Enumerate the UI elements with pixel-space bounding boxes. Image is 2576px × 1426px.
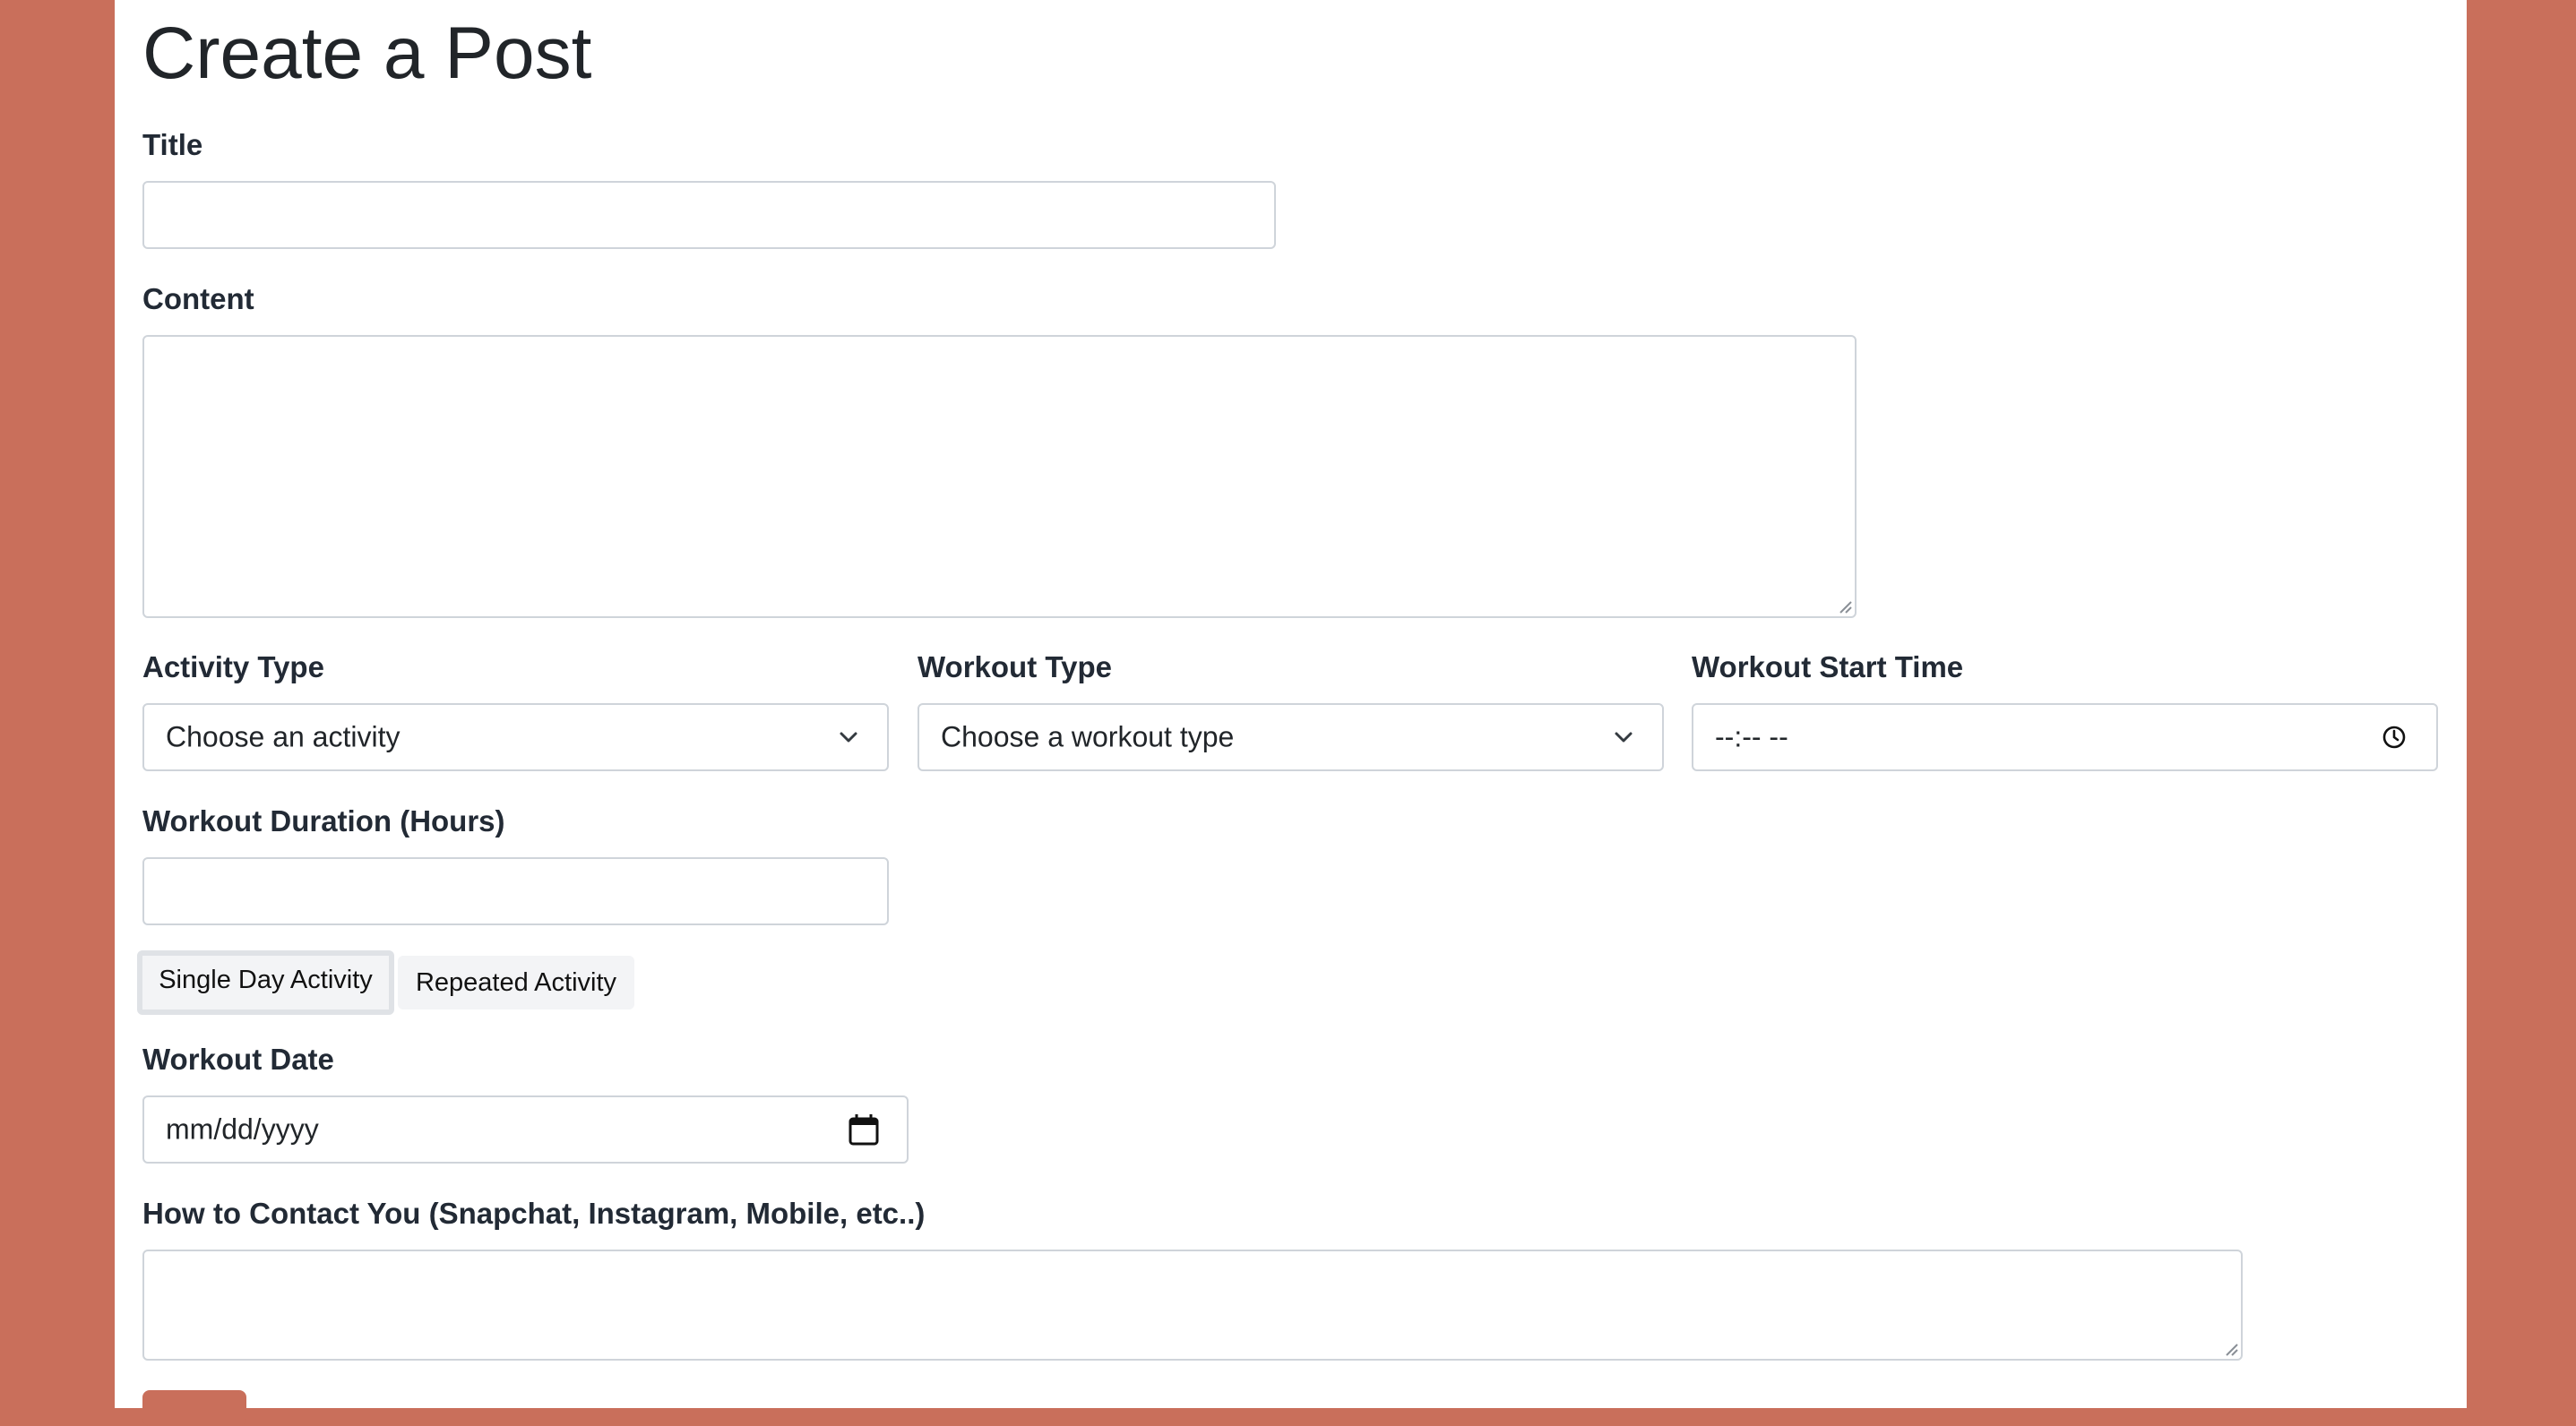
repeated-activity-button[interactable]: Repeated Activity — [398, 956, 634, 1009]
workout-type-select[interactable]: Choose a workout type — [918, 703, 1664, 771]
workout-date-value: mm/dd/yyyy — [166, 1112, 319, 1146]
clock-icon[interactable] — [2381, 724, 2408, 751]
workout-duration-input[interactable] — [142, 857, 889, 925]
activity-type-select[interactable]: Choose an activity — [142, 703, 889, 771]
calendar-icon[interactable] — [848, 1112, 880, 1147]
workout-start-time-value: --:-- -- — [1715, 720, 1788, 753]
activity-type-selected: Choose an activity — [166, 720, 401, 753]
title-input[interactable] — [142, 181, 1276, 249]
chevron-down-icon — [840, 732, 857, 743]
page-title: Create a Post — [142, 13, 592, 94]
resize-grip-icon[interactable] — [1837, 598, 1853, 614]
workout-date-input[interactable]: mm/dd/yyyy — [142, 1095, 909, 1164]
submit-button[interactable] — [142, 1390, 246, 1426]
workout-duration-label: Workout Duration (Hours) — [142, 804, 505, 838]
single-day-activity-button[interactable]: Single Day Activity — [137, 950, 394, 1015]
activity-type-label: Activity Type — [142, 650, 324, 683]
contact-label: How to Contact You (Snapchat, Instagram,… — [142, 1197, 926, 1230]
title-label: Title — [142, 128, 203, 161]
content-textarea[interactable] — [142, 335, 1857, 618]
workout-date-label: Workout Date — [142, 1043, 334, 1076]
chevron-down-icon — [1615, 732, 1633, 743]
workout-start-time-input[interactable]: --:-- -- — [1692, 703, 2438, 771]
workout-start-time-label: Workout Start Time — [1692, 650, 1964, 683]
workout-type-selected: Choose a workout type — [941, 720, 1235, 753]
resize-grip-icon[interactable] — [2223, 1341, 2239, 1357]
workout-type-label: Workout Type — [918, 650, 1112, 683]
contact-textarea[interactable] — [142, 1250, 2243, 1361]
content-label: Content — [142, 282, 254, 315]
form-panel: Create a Post Title Content Activity Typ… — [115, 0, 2467, 1426]
